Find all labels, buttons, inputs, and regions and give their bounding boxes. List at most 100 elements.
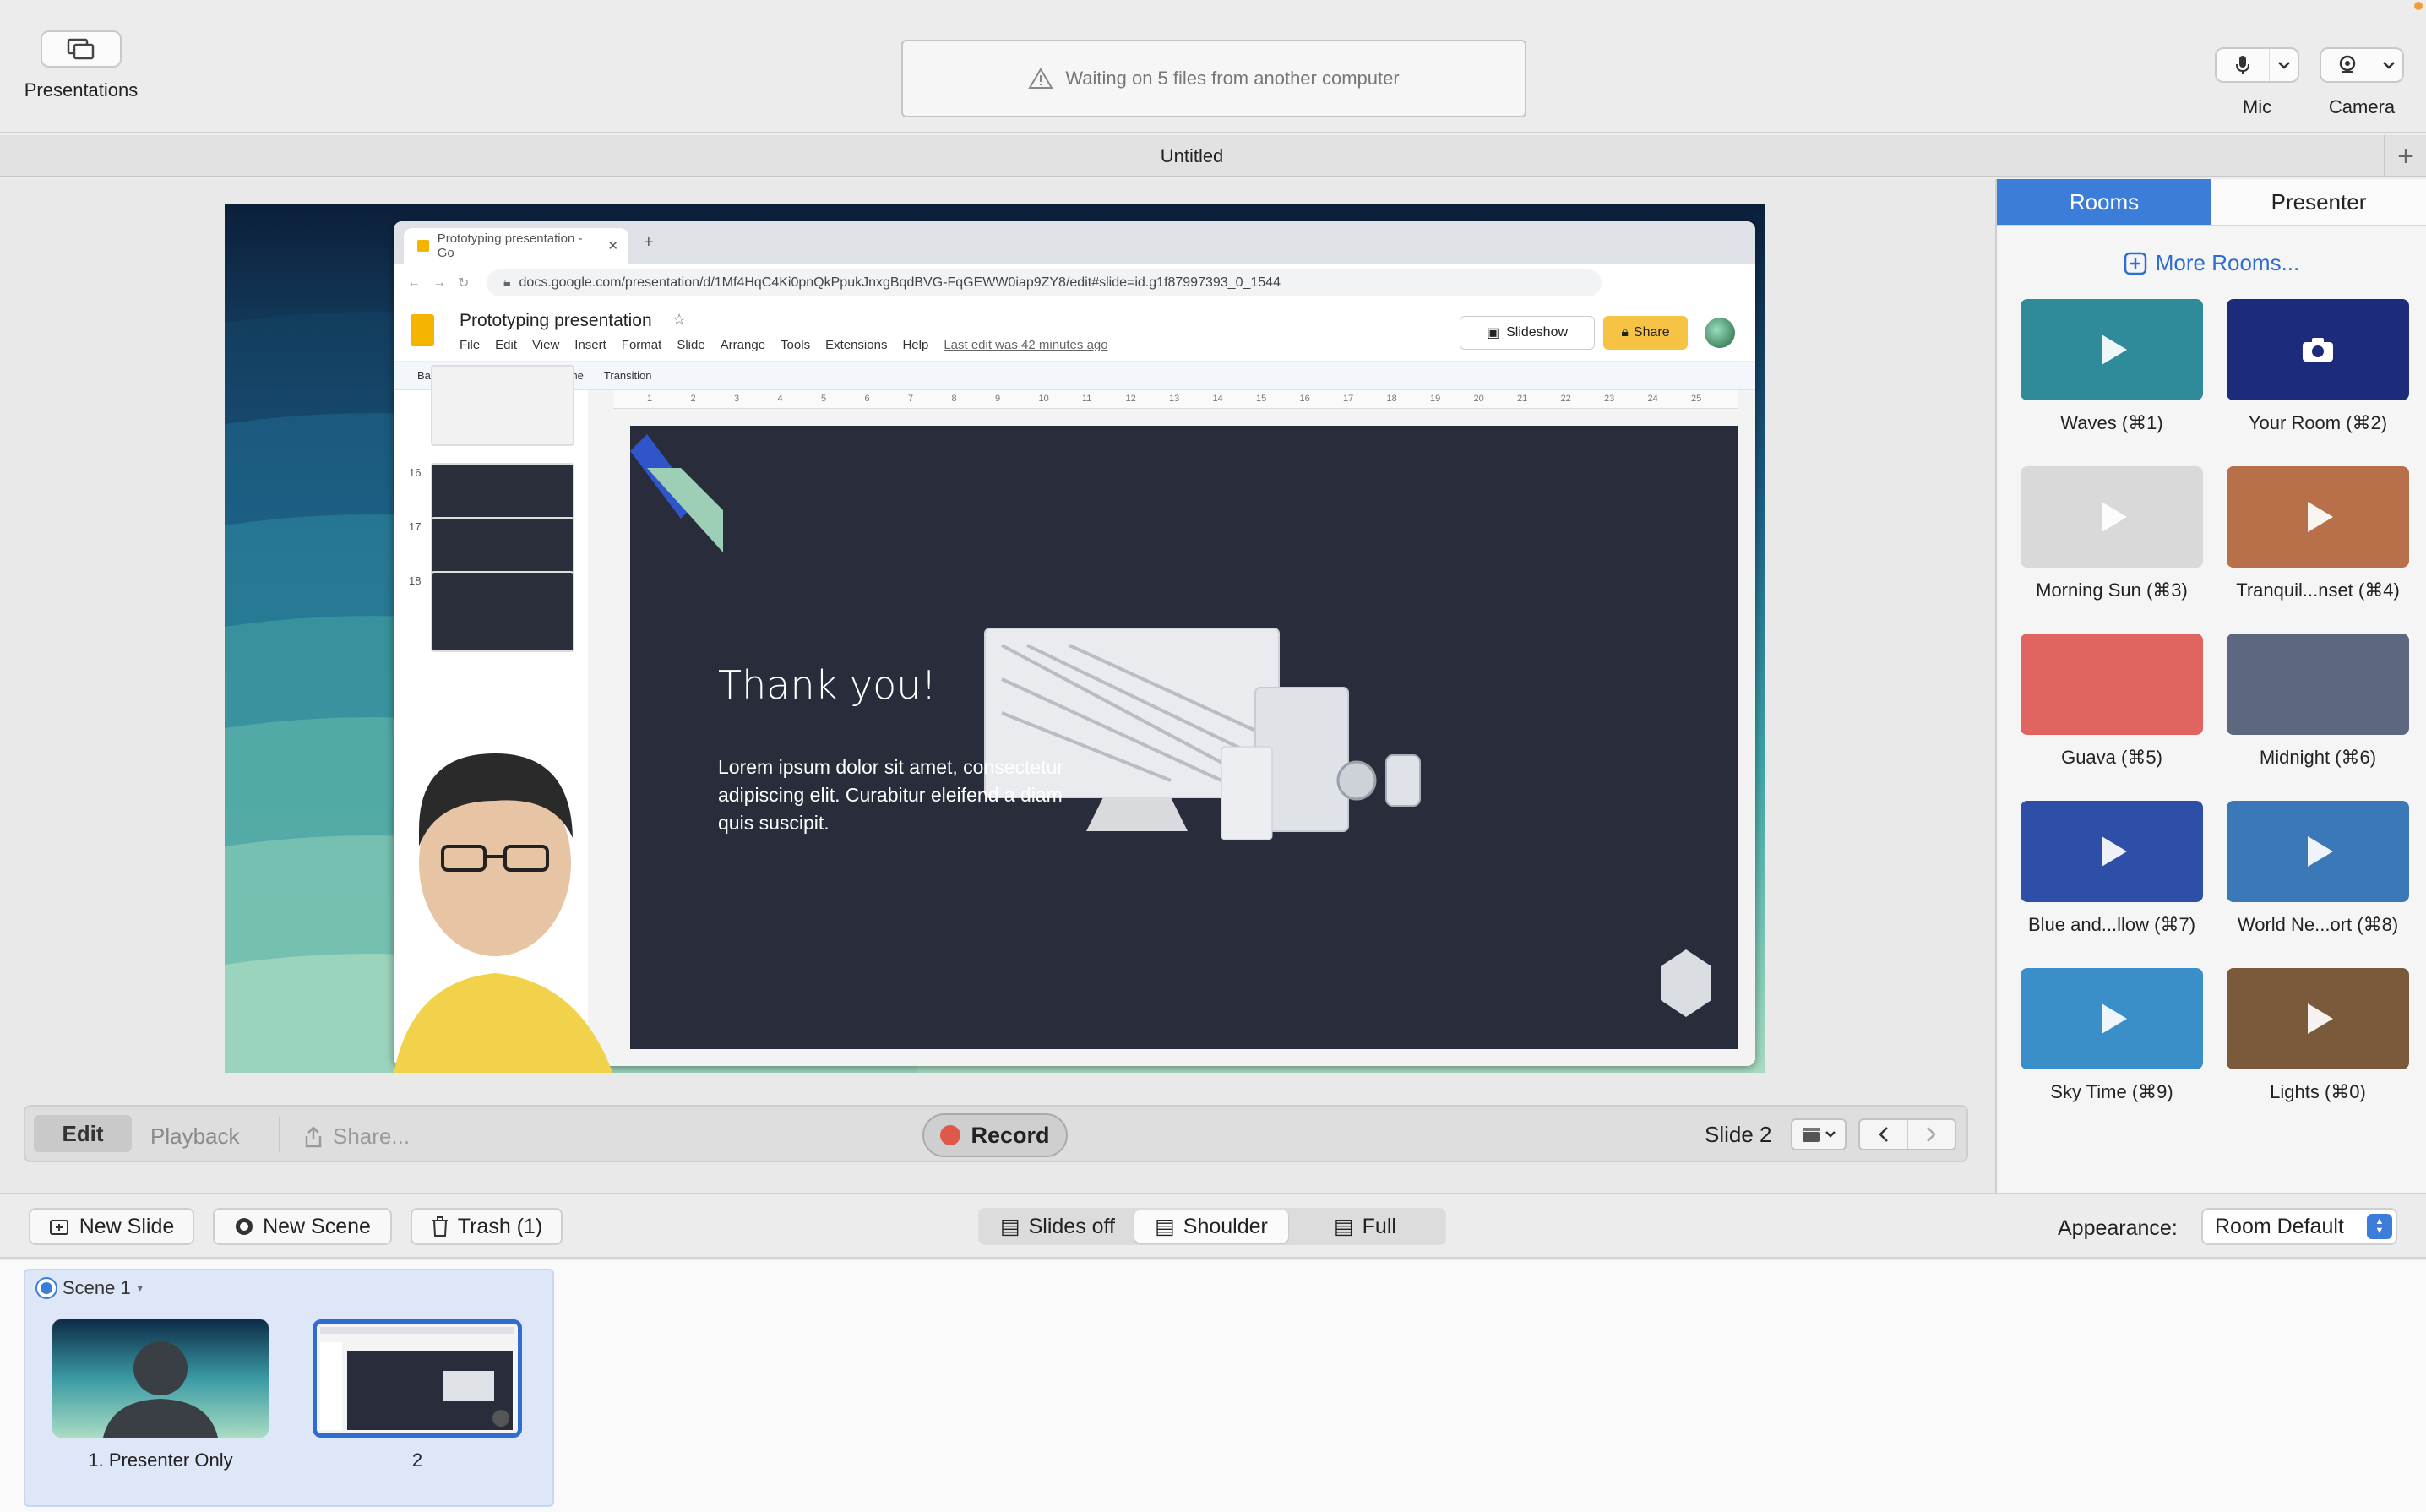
room-item[interactable]: Morning Sun (⌘3) (2021, 466, 2203, 634)
ruler-number: 14 (1212, 394, 1223, 404)
mode-slides-off[interactable]: ▤ Slides off (981, 1210, 1134, 1243)
plus-icon: + (2397, 139, 2414, 172)
ruler-number: 1 (647, 394, 653, 404)
scene-title[interactable]: Scene 1 ▾ (37, 1277, 143, 1299)
chevron-down-icon: ▾ (137, 1282, 143, 1294)
room-thumbnail (2227, 299, 2409, 400)
menu-item-tools[interactable]: Tools (781, 338, 810, 352)
slide-thumbnail[interactable] (431, 365, 574, 446)
slides-menu-bar: File Edit View Insert Format Slide Arrange Tool… (460, 338, 1108, 352)
tab-presenter[interactable]: Presenter (2211, 179, 2426, 226)
play-icon (2308, 502, 2333, 532)
play-icon (2102, 334, 2127, 365)
room-item[interactable]: Blue and...llow (⌘7) (2021, 801, 2203, 968)
ruler-number: 8 (951, 394, 957, 404)
slide-navigation (1858, 1118, 1956, 1150)
menu-item-file[interactable]: File (460, 338, 480, 352)
slideshow-button[interactable]: ▣ Slideshow (1460, 316, 1595, 350)
avatar[interactable] (1705, 318, 1735, 348)
slides-logo-icon (411, 314, 434, 346)
new-slide-label: New Slide (79, 1214, 175, 1238)
ruler-number: 16 (1299, 394, 1310, 404)
edit-mode-button[interactable]: Edit (34, 1115, 132, 1152)
presentations-button[interactable]: Presentations (17, 30, 145, 101)
chevron-down-icon[interactable] (2382, 61, 2396, 69)
mode-full[interactable]: ▤ Full (1288, 1210, 1442, 1243)
stage-controls: Edit Playback Share... Record Slide 2 (24, 1105, 1968, 1162)
share-presentation-button[interactable]: Share... (304, 1123, 410, 1150)
room-label: Waves (⌘1) (2060, 412, 2163, 433)
close-icon[interactable]: ✕ (607, 238, 618, 253)
playback-mode-button[interactable]: Playback (150, 1123, 240, 1150)
back-icon[interactable]: ← (407, 275, 421, 291)
room-item[interactable]: Your Room (⌘2) (2227, 299, 2409, 466)
star-icon[interactable]: ☆ (672, 311, 686, 329)
lock-icon: 🔒︎ (503, 275, 511, 290)
mic-control[interactable]: Mic (2215, 47, 2299, 118)
microphone-icon (2236, 56, 2249, 74)
add-tab-button[interactable]: + (2384, 135, 2426, 177)
slide-thumbnail-2[interactable] (313, 1319, 522, 1438)
clapperboard-icon (1803, 1128, 1820, 1142)
stage-area: Prototyping presentation - Go ✕ + ← → ↻ … (0, 179, 1995, 1193)
menu-item-view[interactable]: View (532, 338, 559, 352)
room-thumbnail (2021, 466, 2203, 568)
menu-item-extensions[interactable]: Extensions (825, 338, 887, 352)
mode-shoulder[interactable]: ▤ Shoulder (1134, 1210, 1288, 1243)
ruler-number: 19 (1430, 394, 1441, 404)
new-slide-button[interactable]: New Slide (29, 1208, 194, 1245)
camera-control[interactable]: Camera (2320, 47, 2404, 118)
slide-thumbnail-presenter-only[interactable] (52, 1319, 269, 1438)
menu-item-edit[interactable]: Edit (495, 338, 517, 352)
tab-rooms[interactable]: Rooms (1997, 179, 2211, 226)
presenter-camera-feed (394, 753, 613, 1073)
camera-icon (2303, 338, 2333, 362)
url-field[interactable]: 🔒︎ docs.google.com/presentation/d/1Mf4Hq… (487, 269, 1602, 296)
browser-address-bar: ← → ↻ 🔒︎ docs.google.com/presentation/d/… (394, 264, 1755, 302)
last-edit-link[interactable]: Last edit was 42 minutes ago (944, 338, 1107, 352)
room-label: Your Room (⌘2) (2248, 412, 2388, 433)
slideshow-icon: ▣ (1486, 326, 1500, 340)
slide-thumbnail[interactable] (431, 571, 574, 652)
document-title[interactable]: Untitled (0, 145, 2384, 167)
room-thumbnail (2227, 634, 2409, 735)
room-item[interactable]: Waves (⌘1) (2021, 299, 2203, 466)
room-item[interactable]: Midnight (⌘6) (2227, 634, 2409, 801)
room-item[interactable]: Guava (⌘5) (2021, 634, 2203, 801)
next-slide-button[interactable] (1908, 1120, 1955, 1149)
slide-canvas[interactable]: Thank you! Lorem ipsum dolor sit amet, c… (630, 426, 1738, 1049)
menu-item-format[interactable]: Format (622, 338, 662, 352)
browser-tab[interactable]: Prototyping presentation - Go ✕ (404, 228, 628, 264)
room-item[interactable]: Sky Time (⌘9) (2021, 968, 2203, 1135)
trash-button[interactable]: Trash (1) (411, 1208, 563, 1245)
menu-item-help[interactable]: Help (902, 338, 928, 352)
room-thumbnail (2227, 466, 2409, 568)
menu-item-arrange[interactable]: Arrange (721, 338, 765, 352)
new-scene-button[interactable]: New Scene (213, 1208, 392, 1245)
room-item[interactable]: Lights (⌘0) (2227, 968, 2409, 1135)
record-button[interactable]: Record (922, 1113, 1068, 1157)
share-button[interactable]: 🔒︎ Share (1603, 316, 1688, 350)
menu-item-slide[interactable]: Slide (677, 338, 704, 352)
new-slide-icon (49, 1220, 68, 1235)
presentation-title[interactable]: Prototyping presentation (460, 311, 652, 331)
sync-status: Waiting on 5 files from another computer (901, 40, 1526, 117)
full-icon: ▤ (1334, 1215, 1354, 1238)
new-tab-icon[interactable]: + (644, 233, 654, 253)
slide-label: 2 (411, 1449, 423, 1471)
appearance-select[interactable]: Room Default ▲ ▼ (2201, 1208, 2397, 1245)
room-item[interactable]: World Ne...ort (⌘8) (2227, 801, 2409, 968)
reload-icon[interactable]: ↻ (458, 275, 469, 291)
forward-icon[interactable]: → (432, 275, 446, 291)
room-item[interactable]: Tranquil...nset (⌘4) (2227, 466, 2409, 634)
stage-preview[interactable]: Prototyping presentation - Go ✕ + ← → ↻ … (225, 204, 1765, 1073)
slide-picker[interactable] (1791, 1118, 1847, 1150)
previous-slide-button[interactable] (1860, 1120, 1908, 1149)
ruler-number: 7 (908, 394, 914, 404)
menu-item-insert[interactable]: Insert (574, 338, 606, 352)
scenes-area: Scene 1 ▾ 1. Presenter Only 2 (0, 1260, 2426, 1512)
toolbar-transition-button[interactable]: Transition (604, 369, 652, 382)
more-rooms-link[interactable]: More Rooms... (1997, 250, 2426, 276)
chevron-down-icon[interactable] (2277, 61, 2291, 69)
play-icon (2102, 836, 2127, 867)
